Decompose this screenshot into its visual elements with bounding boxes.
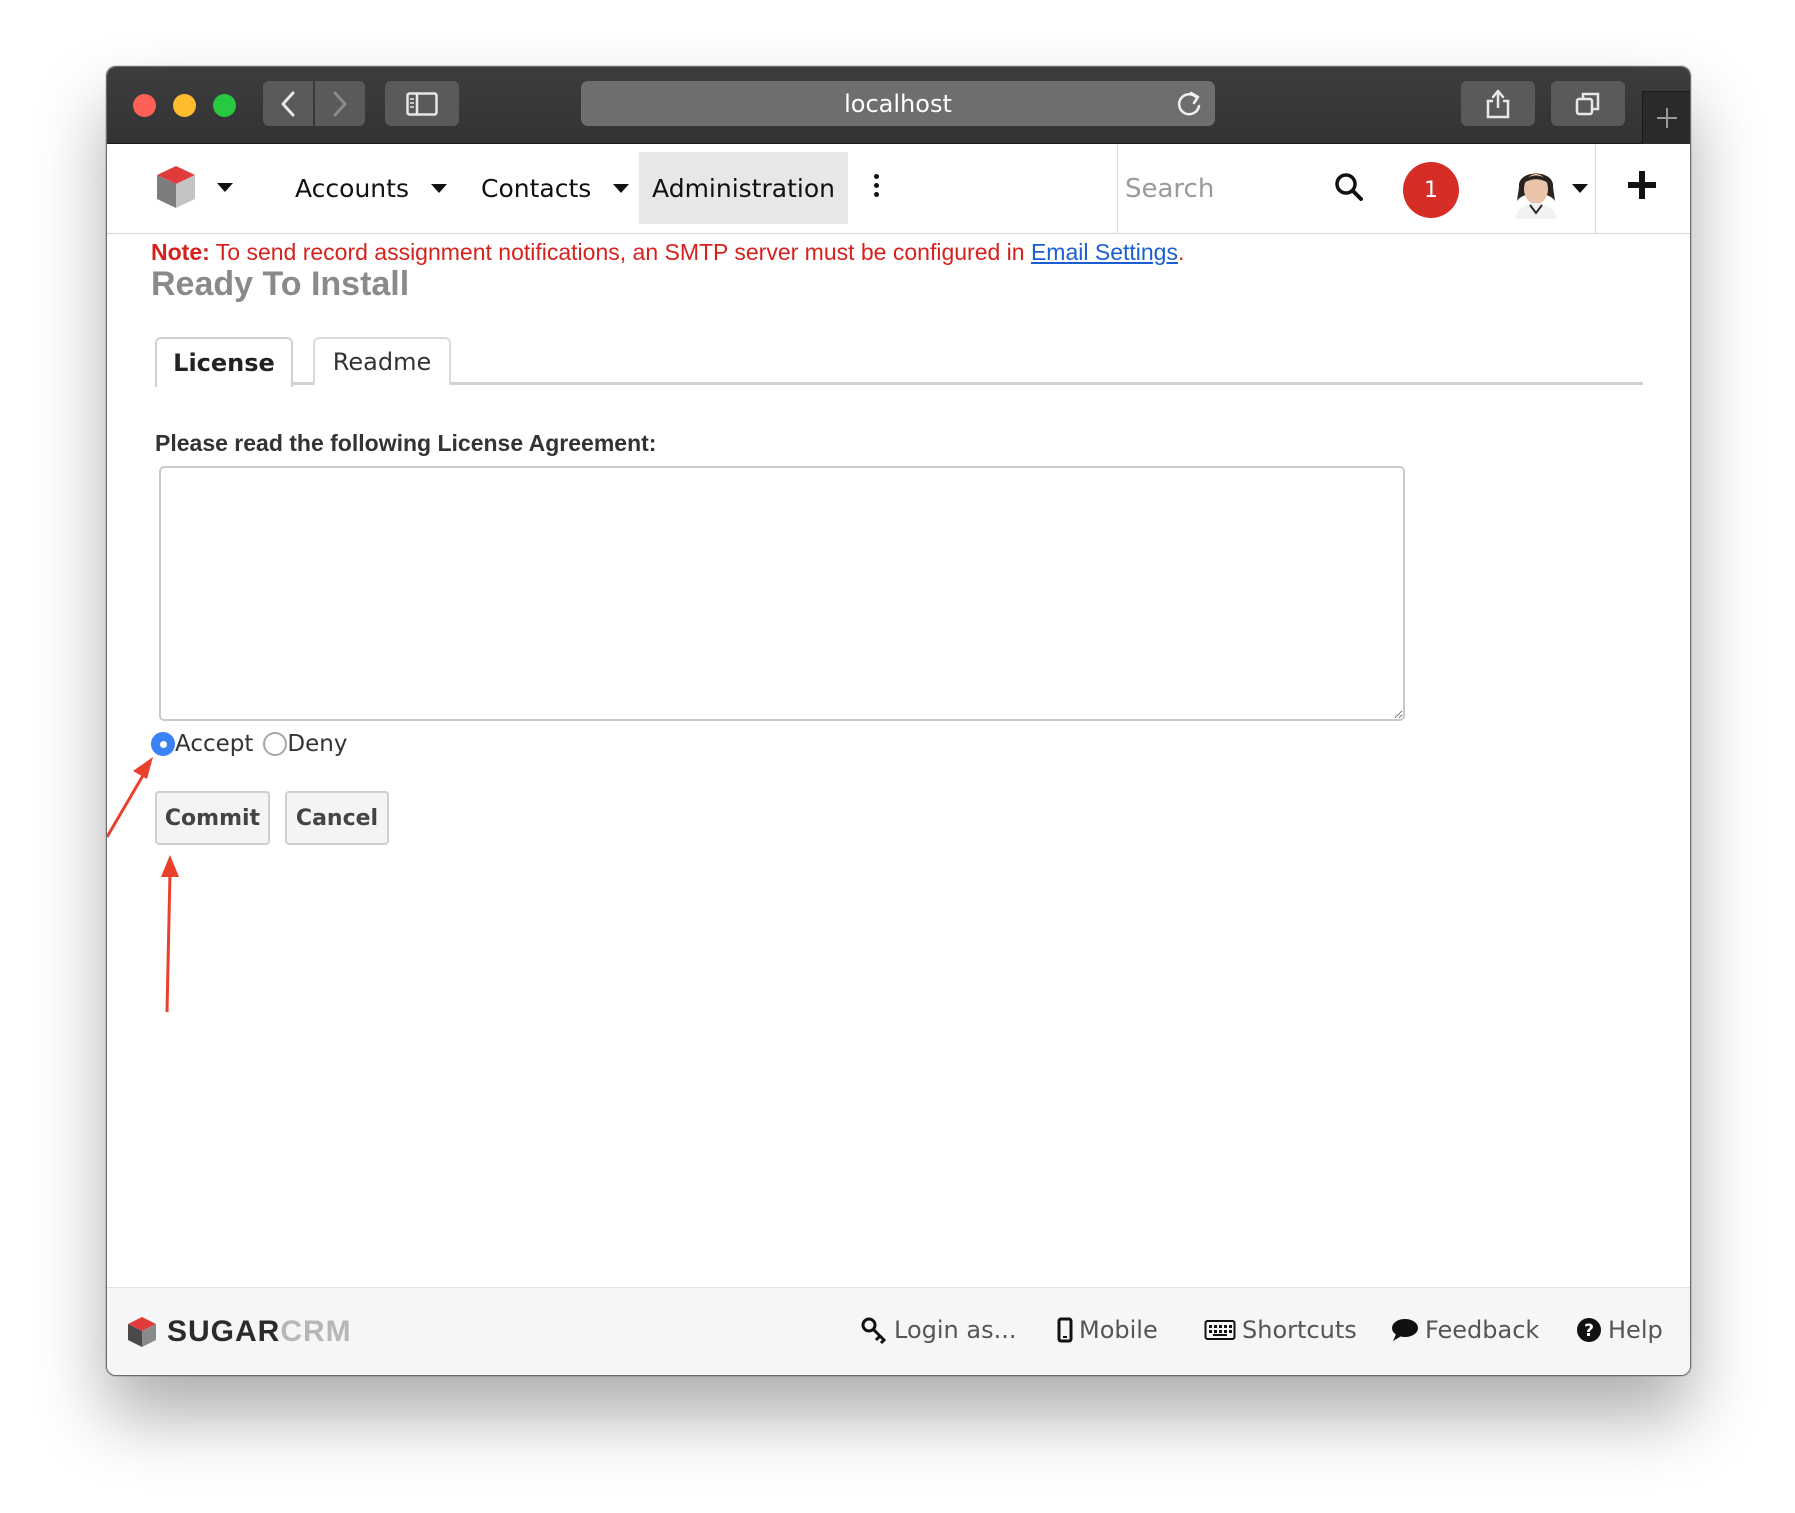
- more-menu-icon[interactable]: [874, 174, 879, 201]
- notification-badge[interactable]: 1: [1403, 162, 1459, 218]
- quick-create-plus-icon[interactable]: [1625, 168, 1659, 202]
- nav-administration[interactable]: Administration: [639, 152, 848, 224]
- deny-radio[interactable]: [263, 732, 288, 756]
- reload-icon[interactable]: [1175, 89, 1203, 119]
- minimize-window-button[interactable]: [173, 94, 196, 117]
- zoom-window-button[interactable]: [213, 94, 236, 117]
- nav-contacts-label: Contacts: [481, 173, 592, 203]
- plus-icon: [1657, 108, 1677, 128]
- arrow-to-commit-button: [161, 855, 179, 1013]
- tab-bar: License Readme: [155, 337, 1643, 387]
- home-menu[interactable]: [155, 164, 233, 210]
- note-suffix: .: [1177, 239, 1185, 265]
- search-icon[interactable]: [1334, 172, 1364, 202]
- commit-button[interactable]: Commit: [155, 791, 270, 845]
- accept-radio-label[interactable]: Accept: [175, 731, 253, 757]
- address-bar[interactable]: localhost: [581, 81, 1215, 126]
- forward-button[interactable]: [315, 81, 365, 126]
- chevron-left-icon: [281, 91, 295, 116]
- footer-feedback[interactable]: Feedback: [1389, 1316, 1539, 1344]
- notification-count: 1: [1424, 177, 1438, 203]
- arrow-to-accept-radio: [107, 757, 153, 838]
- sugar-cube-icon: [128, 1317, 156, 1347]
- note-prefix: Note:: [151, 239, 210, 265]
- show-tabs-button[interactable]: [1551, 81, 1625, 126]
- footer-shortcuts-label: Shortcuts: [1242, 1316, 1357, 1344]
- sugar-cube-icon: [157, 166, 195, 208]
- tab-readme-label: Readme: [332, 348, 432, 376]
- license-choice-group: Accept Deny: [151, 731, 347, 757]
- footer-help[interactable]: ? Help: [1576, 1316, 1663, 1344]
- back-button[interactable]: [263, 81, 313, 126]
- tab-readme[interactable]: Readme: [313, 337, 451, 385]
- footer-login-as-label: Login as...: [894, 1316, 1017, 1344]
- license-agreement-textarea[interactable]: [159, 466, 1405, 721]
- license-prompt: Please read the following License Agreem…: [155, 430, 657, 456]
- keyboard-icon: [1204, 1320, 1236, 1340]
- nav-contacts[interactable]: Contacts: [481, 152, 630, 224]
- footer: SUGARCRM Login as... Mobile Shortcuts Fe…: [107, 1287, 1690, 1375]
- question-circle-icon: ?: [1577, 1318, 1601, 1342]
- nav-accounts[interactable]: Accounts: [295, 152, 447, 224]
- nav-divider: [1117, 144, 1118, 233]
- note-text: To send record assignment notifications,…: [209, 239, 1031, 265]
- tabs-icon: [1575, 92, 1600, 115]
- key-icon: [861, 1317, 887, 1344]
- email-settings-link[interactable]: Email Settings: [1031, 239, 1178, 265]
- app-navbar: Accounts Contacts Administration 1: [107, 144, 1690, 234]
- share-icon: [1486, 89, 1510, 118]
- browser-window: localhost Accounts Contacts Administrati…: [106, 66, 1691, 1376]
- deny-radio-label[interactable]: Deny: [287, 731, 347, 757]
- address-bar-url: localhost: [844, 89, 952, 118]
- close-window-button[interactable]: [133, 94, 156, 117]
- mobile-icon: [1057, 1317, 1073, 1343]
- brand-part1: SUGAR: [167, 1315, 281, 1348]
- sidebar-toggle-button[interactable]: [385, 81, 459, 126]
- footer-help-label: Help: [1608, 1316, 1663, 1344]
- user-avatar[interactable]: [1511, 161, 1561, 219]
- sugarcrm-logo[interactable]: SUGARCRM: [127, 1315, 352, 1349]
- footer-feedback-label: Feedback: [1425, 1316, 1540, 1344]
- footer-login-as[interactable]: Login as...: [860, 1316, 1016, 1344]
- tab-license-label: License: [173, 349, 275, 377]
- cancel-button[interactable]: Cancel: [285, 791, 389, 845]
- nav-divider: [1595, 144, 1596, 233]
- brand-part2: CRM: [280, 1315, 352, 1348]
- chevron-down-icon[interactable]: [1572, 184, 1588, 193]
- share-button[interactable]: [1461, 81, 1535, 126]
- browser-toolbar: localhost: [107, 67, 1690, 144]
- svg-text:?: ?: [1584, 1321, 1594, 1341]
- smtp-note: Note: To send record assignment notifica…: [151, 239, 1184, 266]
- new-tab-button[interactable]: [1642, 91, 1690, 144]
- sidebar-icon: [406, 91, 438, 116]
- tab-license[interactable]: License: [155, 337, 293, 387]
- accept-radio[interactable]: [151, 732, 175, 756]
- chevron-down-icon[interactable]: [613, 183, 630, 193]
- nav-accounts-label: Accounts: [295, 173, 409, 203]
- chevron-right-icon: [333, 91, 347, 116]
- footer-shortcuts[interactable]: Shortcuts: [1204, 1316, 1357, 1344]
- chevron-down-icon: [217, 182, 233, 192]
- chevron-down-icon[interactable]: [430, 183, 447, 193]
- page-title: Ready To Install: [151, 265, 410, 303]
- footer-mobile[interactable]: Mobile: [1057, 1316, 1158, 1344]
- speech-bubble-icon: [1392, 1319, 1418, 1341]
- footer-mobile-label: Mobile: [1079, 1316, 1158, 1344]
- nav-administration-label: Administration: [652, 173, 835, 203]
